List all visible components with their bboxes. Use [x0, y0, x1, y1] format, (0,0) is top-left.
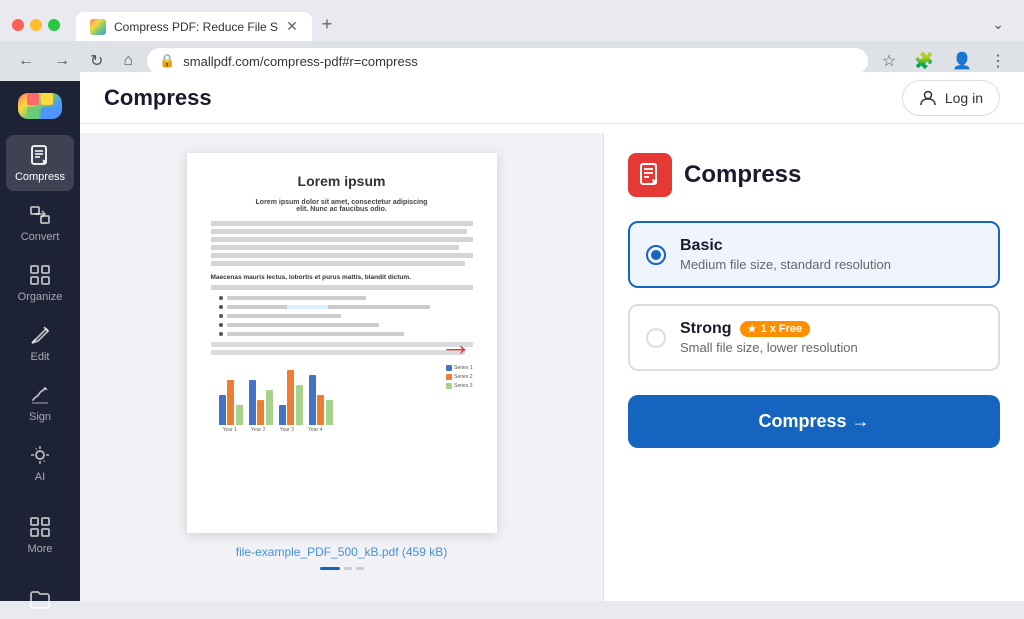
sidebar-item-sign[interactable]: Sign: [6, 375, 74, 431]
edit-icon: [28, 323, 52, 347]
edit-label: Edit: [31, 351, 50, 363]
pdf-bullets: [211, 296, 473, 336]
basic-option-content: Basic Medium file size, standard resolut…: [680, 237, 982, 272]
organize-icon: [28, 263, 52, 287]
menu-button[interactable]: ⋮: [984, 47, 1012, 75]
browser-window-controls: [12, 19, 60, 31]
strong-option-title-row: Strong ★ 1 x Free: [680, 320, 982, 338]
compress-section-header: Compress: [628, 153, 1000, 197]
browser-titlebar: Compress PDF: Reduce File S ✕ + ⌄: [0, 0, 1024, 41]
basic-option-title: Basic: [680, 237, 982, 255]
extensions-button[interactable]: 🧩: [908, 47, 940, 75]
basic-option-desc: Medium file size, standard resolution: [680, 257, 982, 272]
pdf-filename[interactable]: file-example_PDF_500_kB.pdf (459 kB): [187, 545, 497, 559]
pdf-text-block-1: [211, 221, 473, 266]
convert-label: Convert: [21, 231, 60, 243]
new-tab-button[interactable]: +: [312, 8, 343, 41]
strong-radio[interactable]: [646, 328, 666, 348]
app-logo[interactable]: [18, 93, 62, 119]
compress-label: Compress: [15, 171, 65, 183]
strong-option-badge: ★ 1 x Free: [740, 321, 811, 337]
sign-label: Sign: [29, 411, 51, 423]
strong-option-title: Strong: [680, 320, 732, 338]
strong-option-card[interactable]: Strong ★ 1 x Free Small file size, lower…: [628, 304, 1000, 371]
logo-icon: [27, 93, 53, 119]
refresh-button[interactable]: ↻: [84, 47, 109, 75]
browser-dropdown-button[interactable]: ⌄: [984, 10, 1012, 39]
pdf-text-block-2: Maecenas mauris lectus, lobortis et puru…: [211, 274, 473, 290]
compress-icon: [28, 143, 52, 167]
browser-chrome: Compress PDF: Reduce File S ✕ + ⌄ ← → ↻ …: [0, 0, 1024, 81]
convert-icon: [28, 203, 52, 227]
url-text: smallpdf.com/compress-pdf#r=compress: [183, 54, 856, 69]
strong-option-content: Strong ★ 1 x Free Small file size, lower…: [680, 320, 982, 355]
page-indicator: [187, 567, 497, 570]
sidebar-item-compress[interactable]: Compress: [6, 135, 74, 191]
back-button[interactable]: ←: [12, 48, 40, 74]
home-button[interactable]: ⌂: [117, 48, 139, 74]
tab-title: Compress PDF: Reduce File S: [114, 20, 278, 34]
compress-pdf-icon: [628, 153, 672, 197]
pdf-subtitle: Lorem ipsum dolor sit amet, consectetur …: [211, 199, 473, 213]
ai-label: AI: [35, 471, 45, 483]
content-area: Lorem ipsum Lorem ipsum dolor sit amet, …: [80, 81, 1024, 601]
active-tab[interactable]: Compress PDF: Reduce File S ✕: [76, 12, 312, 41]
badge-star-icon: ★: [748, 324, 757, 335]
tab-favicon: [90, 19, 106, 35]
basic-radio[interactable]: [646, 245, 666, 265]
right-panel: Compress Basic Medium file size, standar…: [604, 133, 1024, 601]
badge-text: 1 x Free: [761, 323, 803, 335]
sidebar-item-ai[interactable]: AI: [6, 435, 74, 491]
page-title: Compress: [104, 85, 902, 111]
tab-close-button[interactable]: ✕: [286, 18, 298, 35]
sign-icon: [28, 383, 52, 407]
organize-label: Organize: [18, 291, 63, 303]
more-label: More: [27, 543, 52, 555]
user-icon: [919, 89, 937, 107]
pdf-text-block-3: [211, 342, 473, 355]
lock-icon: 🔒: [159, 53, 175, 69]
pdf-chart: Series 1 Series 2 Series 3 Year 1 Year 2…: [211, 365, 473, 437]
basic-radio-inner: [651, 250, 661, 260]
minimize-window-button[interactable]: [30, 19, 42, 31]
sidebar: Compress Convert Organize: [0, 81, 80, 601]
address-bar[interactable]: 🔒 smallpdf.com/compress-pdf#r=compress: [147, 48, 868, 74]
pdf-preview-area: Lorem ipsum Lorem ipsum dolor sit amet, …: [80, 133, 604, 601]
sidebar-item-edit[interactable]: Edit: [6, 315, 74, 371]
ai-icon: [28, 443, 52, 467]
close-window-button[interactable]: [12, 19, 24, 31]
login-label: Log in: [945, 90, 983, 106]
files-icon: [28, 587, 52, 611]
sidebar-item-files[interactable]: [6, 579, 74, 619]
forward-button[interactable]: →: [48, 48, 76, 74]
sidebar-item-organize[interactable]: Organize: [6, 255, 74, 311]
pdf-lorem-title: Lorem ipsum: [211, 173, 473, 189]
compress-section-title: Compress: [684, 161, 801, 189]
sidebar-item-more[interactable]: More: [6, 507, 74, 563]
app-container: Compress Convert Organize: [0, 81, 1024, 601]
sidebar-item-convert[interactable]: Convert: [6, 195, 74, 251]
basic-option-card[interactable]: Basic Medium file size, standard resolut…: [628, 221, 1000, 288]
more-icon: [28, 515, 52, 539]
maximize-window-button[interactable]: [48, 19, 60, 31]
arrow-indicator: →: [440, 326, 472, 363]
compress-button[interactable]: Compress →: [628, 395, 1000, 448]
login-button[interactable]: Log in: [902, 80, 1000, 116]
app-header: Compress Log in: [80, 72, 1024, 124]
strong-option-desc: Small file size, lower resolution: [680, 340, 982, 355]
profile-button[interactable]: 👤: [946, 47, 978, 75]
browser-action-buttons: ☆ 🧩 👤 ⋮: [876, 47, 1012, 75]
browser-tabs: Compress PDF: Reduce File S ✕ +: [76, 8, 342, 41]
bookmark-button[interactable]: ☆: [876, 47, 902, 75]
